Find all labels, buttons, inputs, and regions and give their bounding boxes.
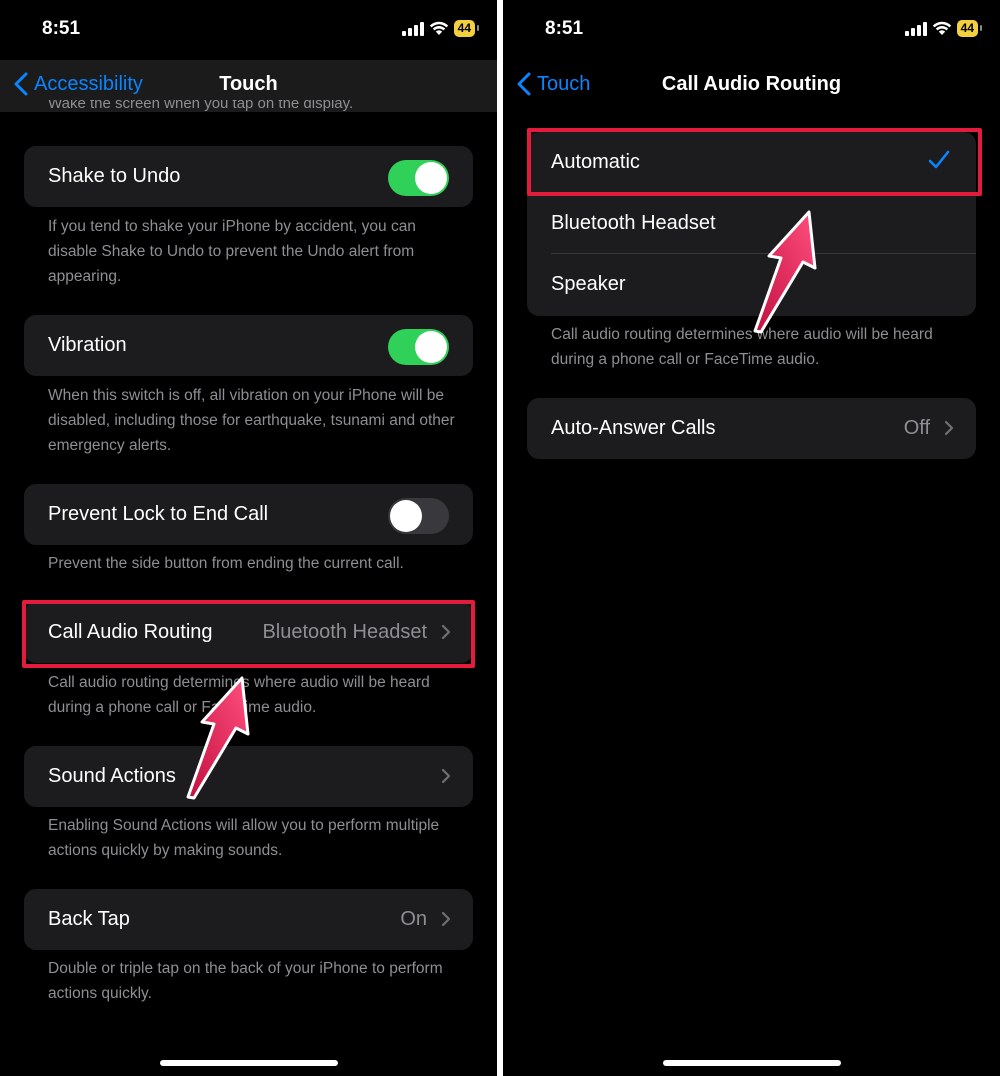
chevron-right-icon (944, 420, 954, 436)
back-tap-footer: Double or triple tap on the back of your… (48, 960, 443, 1002)
prevent-lock-toggle[interactable] (388, 498, 449, 534)
vibration-footer: When this switch is off, all vibration o… (48, 387, 455, 454)
signal-icon (401, 21, 424, 36)
wifi-icon (429, 21, 448, 35)
option-label: Bluetooth Headset (551, 212, 716, 234)
home-indicator[interactable] (159, 1060, 338, 1066)
vibration-row: Vibration (24, 315, 473, 376)
cutoff-footer-text: Wake the screen when you tap on the disp… (48, 100, 354, 112)
prevent-lock-row: Prevent Lock to End Call (24, 484, 473, 545)
status-time: 8:51 (42, 18, 81, 39)
shake-to-undo-label: Shake to Undo (48, 165, 181, 187)
touch-settings-screen: 8:51 44 Accessibility Touch Wake the scr… (0, 0, 497, 1076)
toggle-knob (415, 162, 447, 194)
back-tap-row[interactable]: Back Tap On (24, 889, 473, 950)
pointer-arrow-icon (753, 210, 817, 334)
back-tap-value: On (400, 908, 427, 930)
status-time: 8:51 (545, 18, 584, 39)
automatic-highlight (527, 128, 982, 196)
chevron-right-icon (441, 911, 451, 927)
status-bar: 8:51 44 (503, 0, 1000, 60)
sound-actions-footer: Enabling Sound Actions will allow you to… (48, 817, 440, 859)
wifi-icon (932, 21, 951, 35)
back-tap-label: Back Tap (48, 908, 130, 930)
chevron-right-icon (441, 768, 451, 784)
sound-actions-label: Sound Actions (48, 765, 176, 787)
vibration-label: Vibration (48, 334, 127, 356)
auto-answer-row[interactable]: Auto-Answer Calls Off (527, 398, 976, 459)
vibration-toggle[interactable] (388, 329, 449, 365)
shake-to-undo-row: Shake to Undo (24, 146, 473, 207)
shake-to-undo-footer: If you tend to shake your iPhone by acci… (48, 218, 416, 285)
page-title: Touch (219, 73, 278, 95)
toggle-knob (390, 500, 422, 532)
call-audio-routing-screen: 8:51 44 Touch Call Audio Routing Automat… (503, 0, 1000, 1076)
prevent-lock-label: Prevent Lock to End Call (48, 503, 269, 525)
nav-bar: Touch Call Audio Routing (503, 60, 1000, 112)
back-tap-group: Back Tap On (24, 889, 473, 950)
shake-to-undo-group: Shake to Undo (24, 146, 473, 207)
home-indicator[interactable] (662, 1060, 841, 1066)
vibration-group: Vibration (24, 315, 473, 376)
option-label: Speaker (551, 273, 626, 295)
auto-answer-value: Off (903, 417, 930, 439)
signal-icon (904, 21, 927, 36)
prevent-lock-footer: Prevent the side button from ending the … (48, 555, 404, 572)
toggle-knob (415, 331, 447, 363)
prevent-lock-group: Prevent Lock to End Call (24, 484, 473, 545)
pointer-arrow-icon (186, 676, 250, 800)
shake-to-undo-toggle[interactable] (388, 160, 449, 196)
page-title: Call Audio Routing (661, 73, 842, 95)
battery-icon: 44 (956, 20, 983, 37)
call-audio-routing-highlight (22, 600, 475, 668)
battery-icon: 44 (453, 20, 480, 37)
auto-answer-group: Auto-Answer Calls Off (527, 398, 976, 459)
auto-answer-label: Auto-Answer Calls (551, 417, 716, 439)
status-bar: 8:51 44 (0, 0, 497, 60)
